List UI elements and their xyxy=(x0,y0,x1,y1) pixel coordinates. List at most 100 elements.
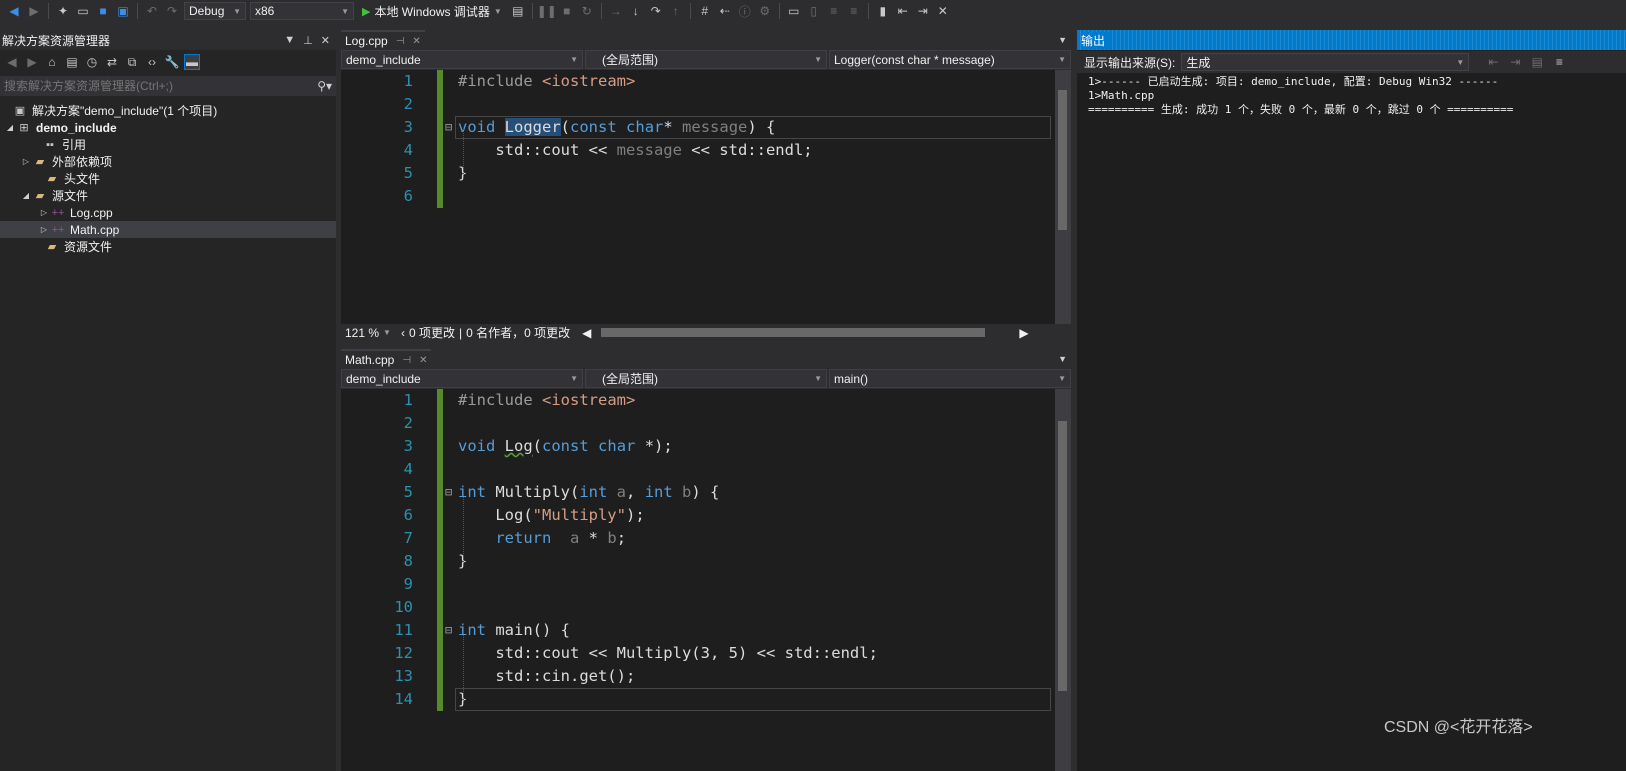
restart-icon[interactable]: ↻ xyxy=(579,3,595,19)
chevron-down-icon: ▼ xyxy=(570,55,578,64)
info-icon[interactable]: ⓘ xyxy=(737,3,753,19)
member-dropdown[interactable]: main() ▼ xyxy=(829,369,1071,388)
project-dropdown[interactable]: demo_include ▼ xyxy=(341,369,583,388)
redo-icon[interactable]: ↷ xyxy=(164,3,180,19)
word-wrap-icon[interactable]: ≡ xyxy=(1551,54,1567,70)
tree-item-resource-files[interactable]: ▰ 资源文件 xyxy=(0,238,336,255)
properties-icon[interactable]: 🔧 xyxy=(164,54,180,70)
tree-item-source-files[interactable]: ◢ ▰ 源文件 xyxy=(0,187,336,204)
stop-icon[interactable]: ■ xyxy=(559,3,575,19)
scope-dropdown[interactable]: (全局范围) ▼ xyxy=(585,369,827,388)
zoom-level[interactable]: 121 % xyxy=(345,326,379,340)
scroll-thumb[interactable] xyxy=(1058,421,1067,691)
pin-icon[interactable]: ⊥ xyxy=(303,34,313,47)
chevron-down-icon[interactable]: ▼ xyxy=(383,328,391,337)
tree-item-solution[interactable]: ▣ 解决方案"demo_include"(1 个项目) xyxy=(0,102,336,119)
project-dropdown[interactable]: demo_include ▼ xyxy=(341,50,583,69)
code-icon[interactable]: ‹› xyxy=(144,54,160,70)
indent-icon[interactable]: ≡ xyxy=(826,3,842,19)
collapsed-icon[interactable]: ▷ xyxy=(38,225,50,234)
bottom-editor-scrollbar[interactable] xyxy=(1055,389,1071,771)
math-cpp-code-editor[interactable]: 1 #include <iostream> 2 3 void Log(const c… xyxy=(341,389,1055,771)
dropdown-icon[interactable]: ▼ xyxy=(284,34,295,47)
forward-icon[interactable]: ▶ xyxy=(26,3,42,19)
next-message-icon[interactable]: ⇥ xyxy=(1507,54,1523,70)
solution-search-box[interactable]: ⚲▾ xyxy=(0,76,336,96)
platform-dropdown[interactable]: x86 ▼ xyxy=(250,2,354,20)
solution-search-input[interactable] xyxy=(4,79,294,93)
tree-item-header-files[interactable]: ▰ 头文件 xyxy=(0,170,336,187)
home-icon[interactable]: ⌂ xyxy=(44,54,60,70)
switch-views-icon[interactable]: ▤ xyxy=(64,54,80,70)
pin-icon[interactable]: ⊣ xyxy=(396,36,405,47)
tree-item-external-deps[interactable]: ▷ ▰ 外部依赖项 xyxy=(0,153,336,170)
authors-indicator[interactable]: 0 名作者，0 项更改 xyxy=(466,324,570,341)
collapsed-icon[interactable]: ▷ xyxy=(20,157,32,166)
scroll-right-icon[interactable]: ▶ xyxy=(1019,326,1028,340)
pending-changes-icon[interactable]: ◷ xyxy=(84,54,100,70)
top-editor-tabstrip: Log.cpp ⊣ ✕ ▼ xyxy=(341,30,1071,50)
hex-icon[interactable]: # xyxy=(697,3,713,19)
top-editor-scrollbar[interactable] xyxy=(1055,70,1071,324)
member-dropdown[interactable]: Logger(const char * message) ▼ xyxy=(829,50,1071,69)
solution-icon: ▣ xyxy=(14,105,26,117)
close-icon[interactable]: ✕ xyxy=(321,34,330,47)
scroll-thumb[interactable] xyxy=(1058,90,1067,230)
process-icon[interactable]: ▤ xyxy=(510,3,526,19)
outdent-icon[interactable]: ≡ xyxy=(846,3,862,19)
tab-log-cpp[interactable]: Log.cpp ⊣ ✕ xyxy=(341,30,425,50)
bookmark-icon[interactable]: ▮ xyxy=(875,3,891,19)
back-icon[interactable]: ◀ xyxy=(4,54,20,70)
forward-icon[interactable]: ▶ xyxy=(24,54,40,70)
scope-dropdown[interactable]: (全局范围) ▼ xyxy=(585,50,827,69)
output-source-dropdown[interactable]: 生成 ▼ xyxy=(1181,53,1470,71)
close-icon[interactable]: ✕ xyxy=(412,36,420,47)
config-dropdown[interactable]: Debug ▼ xyxy=(184,2,246,20)
step-into-icon[interactable]: ↓ xyxy=(628,3,644,19)
step-over-icon[interactable]: ↷ xyxy=(648,3,664,19)
open-file-icon[interactable]: ▭ xyxy=(75,3,91,19)
tree-item-label: 头文件 xyxy=(64,172,101,186)
search-icon[interactable]: ⚲▾ xyxy=(317,79,332,93)
expanded-icon[interactable]: ◢ xyxy=(4,123,16,132)
preview-icon[interactable]: ▬ xyxy=(184,54,200,70)
pause-icon[interactable]: ❚❚ xyxy=(537,3,557,19)
tree-item-math-cpp[interactable]: ▷ ++ Math.cpp xyxy=(0,221,336,238)
clear-all-icon[interactable]: ▤ xyxy=(1529,54,1545,70)
show-next-statement-icon[interactable]: → xyxy=(608,3,624,19)
scroll-left-icon[interactable]: ◀ xyxy=(582,326,591,340)
thread-icon[interactable]: ⚙ xyxy=(757,3,773,19)
breakpoint-icon[interactable]: ⇠ xyxy=(717,3,733,19)
find-message-icon[interactable]: ⇤ xyxy=(1485,54,1501,70)
tab-math-cpp[interactable]: Math.cpp ⊣ ✕ xyxy=(341,349,432,369)
tree-item-label: 解决方案"demo_include"(1 个项目) xyxy=(32,104,218,118)
prev-bookmark-icon[interactable]: ⇤ xyxy=(895,3,911,19)
member-value: Logger(const char * message) xyxy=(834,52,995,67)
collapse-all-icon[interactable]: ⧉ xyxy=(124,54,140,70)
horizontal-scroll-thumb[interactable] xyxy=(601,328,986,337)
save-icon[interactable]: ■ xyxy=(95,3,111,19)
chevron-down-icon[interactable]: ▼ xyxy=(1058,35,1071,45)
undo-icon[interactable]: ↶ xyxy=(144,3,160,19)
log-cpp-code-editor[interactable]: 1 #include <iostream> 2 3 ⊟ void Logger(con… xyxy=(341,70,1055,324)
chevron-down-icon[interactable]: ▼ xyxy=(1058,354,1071,364)
start-debugging-button[interactable]: ▶ 本地 Windows 调试器 ▼ xyxy=(358,3,506,20)
next-bookmark-icon[interactable]: ⇥ xyxy=(915,3,931,19)
new-project-icon[interactable]: ✦ xyxy=(55,3,71,19)
step-out-icon[interactable]: ↑ xyxy=(668,3,684,19)
clear-bookmarks-icon[interactable]: ✕ xyxy=(935,3,951,19)
back-icon[interactable]: ◀ xyxy=(6,3,22,19)
output-text[interactable]: 1>------ 已启动生成: 项目: demo_include, 配置: De… xyxy=(1088,75,1618,117)
comment-icon[interactable]: ▭ xyxy=(786,3,802,19)
tree-item-log-cpp[interactable]: ▷ ++ Log.cpp xyxy=(0,204,336,221)
uncomment-icon[interactable]: ▯ xyxy=(806,3,822,19)
close-icon[interactable]: ✕ xyxy=(419,355,427,366)
tree-item-project[interactable]: ◢ ⊞ demo_include xyxy=(0,119,336,136)
save-all-icon[interactable]: ▣ xyxy=(115,3,131,19)
changes-indicator[interactable]: 0 项更改 xyxy=(409,324,455,341)
expanded-icon[interactable]: ◢ xyxy=(20,191,32,200)
collapsed-icon[interactable]: ▷ xyxy=(38,208,50,217)
pin-icon[interactable]: ⊣ xyxy=(402,355,411,366)
tree-item-references[interactable]: ▪▪ 引用 xyxy=(0,136,336,153)
sync-icon[interactable]: ⇄ xyxy=(104,54,120,70)
